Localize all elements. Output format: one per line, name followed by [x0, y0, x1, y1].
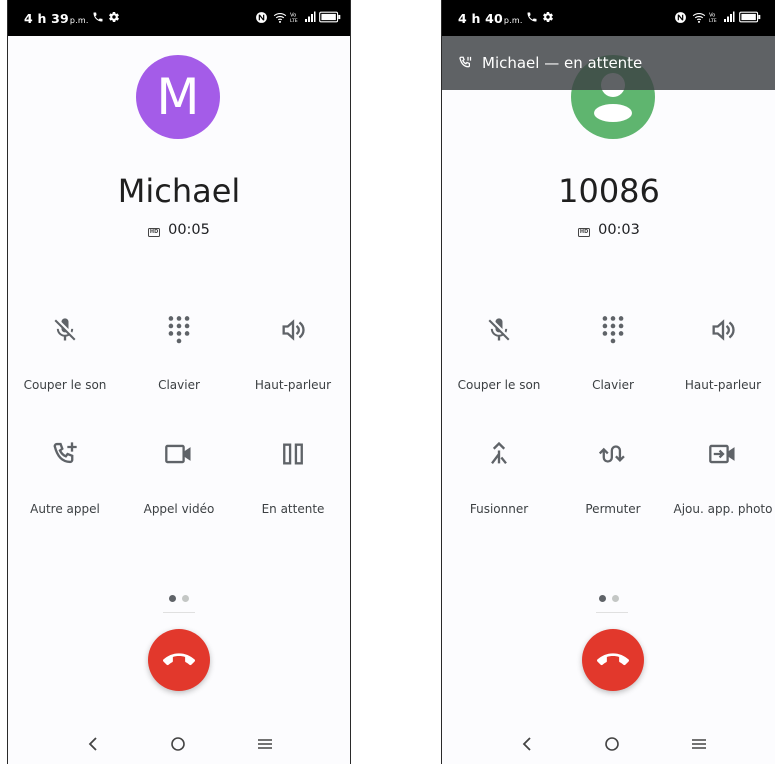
battery-icon: [319, 11, 341, 23]
mute-button[interactable]: Couper le son: [8, 312, 122, 392]
svg-text:Vo: Vo: [709, 12, 715, 18]
speaker-button[interactable]: Haut-parleur: [236, 312, 350, 392]
divider: [163, 612, 195, 613]
settings-icon: [543, 12, 553, 22]
speaker-icon: [282, 319, 305, 341]
page-indicator: [442, 587, 775, 606]
speaker-button[interactable]: Haut-parleur: [670, 312, 775, 392]
mic-off-icon: [54, 318, 76, 341]
videocam-icon: [165, 444, 191, 464]
call-screen-michael: 4 h 39p.m. Vo LTE M Michael HD 00:05 Coupe…: [7, 0, 351, 764]
add-video-button[interactable]: Ajou. app. photo: [670, 436, 775, 516]
add-call-button[interactable]: Autre appel: [8, 436, 122, 516]
divider: [596, 612, 628, 613]
wifi-icon: [692, 12, 706, 23]
home-icon[interactable]: [604, 736, 620, 752]
back-icon[interactable]: [86, 736, 100, 752]
signal-icon: [305, 11, 316, 22]
status-bar: 4 h 40p.m. Vo LTE: [442, 0, 775, 36]
on-hold-banner[interactable]: Michael — en attente: [442, 36, 775, 90]
dialpad-button[interactable]: Clavier: [556, 312, 670, 392]
mic-off-icon: [488, 318, 510, 341]
recents-menu-icon[interactable]: [691, 736, 707, 752]
hd-call-icon: HD: [578, 228, 591, 237]
signal-icon: [724, 11, 735, 22]
page-indicator: [8, 587, 350, 606]
hd-call-icon: HD: [148, 228, 161, 237]
end-call-button[interactable]: [582, 629, 644, 691]
svg-text:LTE: LTE: [709, 18, 717, 24]
nfc-icon: [675, 12, 686, 23]
mute-button[interactable]: Couper le son: [442, 312, 556, 392]
call-screen-10086: 4 h 40p.m. Vo LTE Michael — en attente 10…: [441, 0, 775, 764]
settings-icon: [109, 12, 119, 22]
end-call-button[interactable]: [148, 629, 210, 691]
back-icon[interactable]: [520, 736, 534, 752]
caller-number: 10086: [558, 172, 660, 210]
add-call-icon: [53, 442, 77, 464]
volte-icon: VoLTE: [290, 12, 298, 24]
nfc-icon: [256, 12, 267, 23]
dialpad-icon: [168, 316, 190, 344]
call-timer: HD 00:05: [148, 222, 210, 238]
home-icon[interactable]: [170, 736, 186, 752]
speaker-icon: [712, 319, 735, 341]
merge-icon: [491, 441, 507, 465]
contact-avatar: M: [136, 55, 220, 139]
call-status-icon: [93, 12, 103, 22]
status-time: 4 h 39p.m.: [24, 11, 89, 26]
merge-button[interactable]: Fusionner: [442, 436, 556, 516]
pause-icon: [283, 443, 303, 465]
add-video-icon: [709, 444, 735, 464]
wifi-icon: [273, 12, 287, 23]
call-paused-icon: [459, 56, 472, 68]
call-end-icon: [163, 653, 195, 666]
battery-icon: [739, 11, 761, 23]
volte-icon: VoLTE: [709, 12, 717, 24]
dialpad-icon: [602, 316, 624, 344]
call-timer: HD 00:03: [578, 222, 640, 238]
hold-button[interactable]: En attente: [236, 436, 350, 516]
svg-text:LTE: LTE: [290, 18, 298, 24]
call-end-icon: [597, 653, 629, 666]
call-status-icon: [527, 12, 537, 22]
status-time: 4 h 40p.m.: [458, 11, 523, 26]
swap-calls-button[interactable]: Permuter: [556, 436, 670, 516]
video-call-button[interactable]: Appel vidéo: [122, 436, 236, 516]
recents-menu-icon[interactable]: [257, 736, 273, 752]
dialpad-button[interactable]: Clavier: [122, 312, 236, 392]
swap-calls-icon: [598, 445, 625, 463]
caller-name: Michael: [117, 172, 241, 210]
svg-text:Vo: Vo: [290, 12, 296, 18]
status-bar: 4 h 39p.m. Vo LTE: [8, 0, 350, 36]
